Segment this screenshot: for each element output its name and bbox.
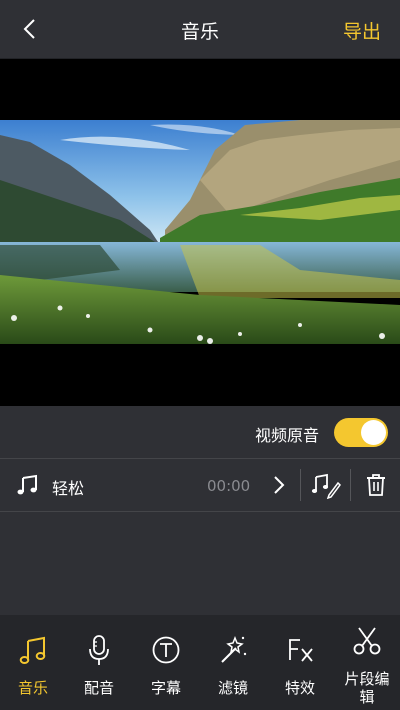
music-track-row[interactable]: 轻松 00:00 [0, 459, 400, 512]
tool-label: 片段编辑 [344, 670, 390, 706]
original-audio-toggle[interactable] [334, 418, 388, 447]
bottom-toolbar: 音乐 配音 字幕 滤镜 特效 片段编辑 [0, 615, 400, 710]
tool-label: 音乐 [17, 679, 48, 697]
tool-effects[interactable]: 特效 [267, 615, 333, 710]
tool-filter[interactable]: 滤镜 [200, 615, 266, 710]
text-t-icon [152, 636, 180, 664]
tool-label: 特效 [284, 679, 315, 697]
magic-wand-icon [221, 635, 247, 663]
track-name: 轻松 [52, 479, 85, 498]
microphone-icon [89, 635, 109, 665]
tool-label: 配音 [83, 679, 114, 697]
chevron-right-icon[interactable] [268, 473, 290, 497]
tool-label: 滤镜 [217, 679, 248, 697]
track-time: 00:00 [207, 477, 251, 495]
music-note-icon [17, 474, 37, 495]
original-audio-label: 视频原音 [254, 426, 319, 445]
trash-icon[interactable] [364, 472, 388, 498]
tool-subtitles[interactable]: 字幕 [133, 615, 199, 710]
top-bar: 音乐 导出 [0, 0, 400, 59]
video-preview-image [0, 120, 400, 344]
tool-clip-edit[interactable]: 片段编辑 [334, 615, 400, 710]
edit-music-icon[interactable] [311, 471, 341, 499]
original-audio-row: 视频原音 [0, 406, 400, 459]
export-button[interactable]: 导出 [343, 17, 381, 44]
tool-music[interactable]: 音乐 [0, 615, 66, 710]
video-player[interactable] [0, 59, 400, 406]
music-note-icon [19, 636, 46, 664]
scissors-icon [353, 627, 381, 655]
page-title: 音乐 [180, 21, 219, 43]
divider [350, 469, 351, 501]
divider [300, 469, 301, 501]
tool-label: 字幕 [150, 679, 181, 697]
fx-icon [289, 639, 313, 662]
toggle-knob [361, 420, 386, 445]
tool-voiceover[interactable]: 配音 [66, 615, 132, 710]
track-list-empty-area [0, 512, 400, 615]
